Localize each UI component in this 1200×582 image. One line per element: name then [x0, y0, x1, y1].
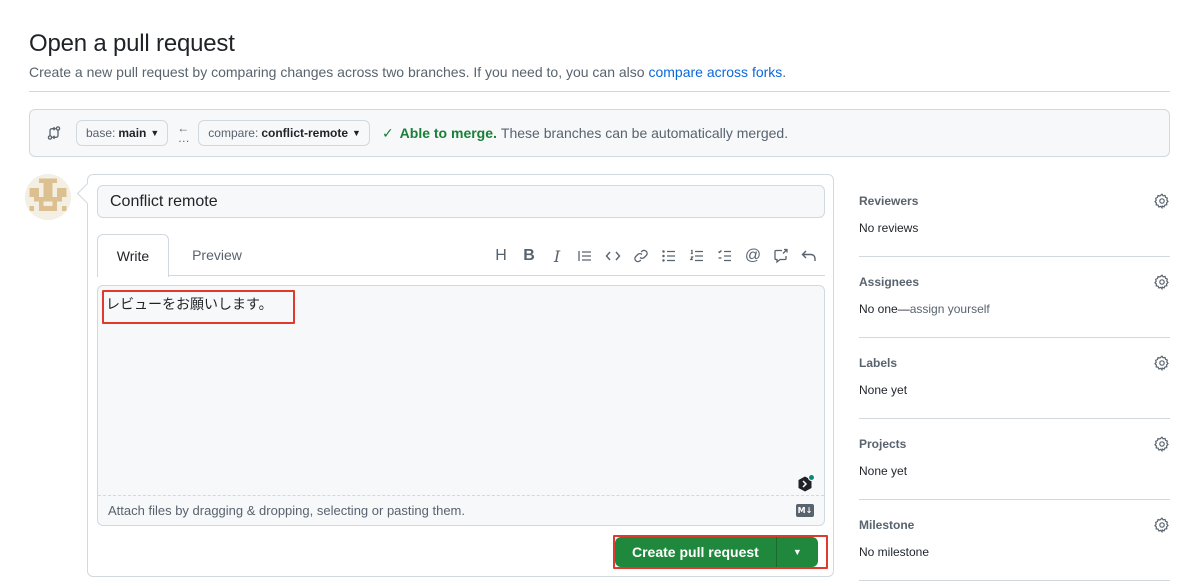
gear-icon[interactable]	[1154, 517, 1170, 534]
link-icon[interactable]	[627, 245, 655, 267]
git-compare-icon	[46, 125, 62, 141]
markdown-toolbar: H B I @	[487, 245, 823, 267]
avatar	[25, 174, 71, 220]
branch-range-bar: base: main ▼ ←… compare: conflict-remote ▼ ✓…	[29, 109, 1170, 157]
markdown-icon[interactable]: M↓	[796, 504, 814, 517]
heading-icon[interactable]: H	[487, 245, 515, 267]
ordered-list-icon[interactable]	[683, 245, 711, 267]
caret-down-icon: ▼	[150, 128, 160, 138]
caret-down-icon: ▼	[792, 547, 802, 557]
sidebar-assignees: Assignees No one—assign yourself	[859, 257, 1170, 338]
caret-down-icon: ▼	[352, 128, 361, 138]
attach-files-hint[interactable]: Attach files by dragging & dropping, sel…	[98, 495, 824, 525]
create-options-dropdown[interactable]: ▼	[776, 537, 818, 567]
task-list-icon[interactable]	[711, 245, 739, 267]
pr-body-textarea[interactable]: レビューをお願いします。 Attach files by dragging & …	[97, 285, 825, 526]
gear-icon[interactable]	[1154, 274, 1170, 291]
code-icon[interactable]	[599, 245, 627, 267]
quote-icon[interactable]	[571, 245, 599, 267]
create-pull-request-button[interactable]: Create pull request	[615, 537, 777, 567]
gear-icon[interactable]	[1154, 193, 1170, 210]
sidebar-projects: Projects None yet	[859, 419, 1170, 500]
sidebar-milestone: Milestone No milestone	[859, 500, 1170, 581]
tab-preview[interactable]: Preview	[177, 234, 257, 276]
compare-forks-link[interactable]: compare across forks	[648, 64, 782, 80]
tabs-divider	[97, 275, 825, 276]
sidebar-reviewers: Reviewers No reviews	[859, 176, 1170, 257]
base-branch-select[interactable]: base: main ▼	[76, 120, 169, 146]
merge-status: ✓ Able to merge. These branches can be a…	[381, 124, 789, 142]
tab-write[interactable]: Write	[97, 234, 169, 277]
unordered-list-icon[interactable]	[655, 245, 683, 267]
page-subtitle: Create a new pull request by comparing c…	[29, 64, 787, 80]
page-title: Open a pull request	[29, 30, 235, 57]
italic-icon[interactable]: I	[543, 245, 571, 267]
compare-branch-select[interactable]: compare: conflict-remote ▼	[198, 120, 370, 146]
mention-icon[interactable]: @	[739, 245, 767, 267]
header-divider	[29, 91, 1170, 92]
bold-icon[interactable]: B	[515, 245, 543, 267]
pr-title-input[interactable]: Conflict remote	[97, 185, 825, 218]
sidebar: Reviewers No reviews Assignees No one—as…	[859, 176, 1170, 581]
cross-reference-icon[interactable]	[767, 245, 795, 267]
assign-yourself-link[interactable]: assign yourself	[910, 302, 990, 316]
pr-body-text: レビューをお願いします。	[106, 297, 273, 313]
extension-icon[interactable]	[796, 474, 816, 494]
pull-request-form: Conflict remote Write Preview H B I @ レビ…	[87, 174, 834, 577]
sidebar-labels: Labels None yet	[859, 338, 1170, 419]
undo-icon[interactable]	[795, 245, 823, 267]
gear-icon[interactable]	[1154, 355, 1170, 372]
check-icon: ✓	[381, 124, 394, 141]
create-pr-button-group: Create pull request ▼	[613, 535, 828, 569]
gear-icon[interactable]	[1154, 436, 1170, 453]
left-arrow-icon: ←…	[177, 121, 190, 145]
